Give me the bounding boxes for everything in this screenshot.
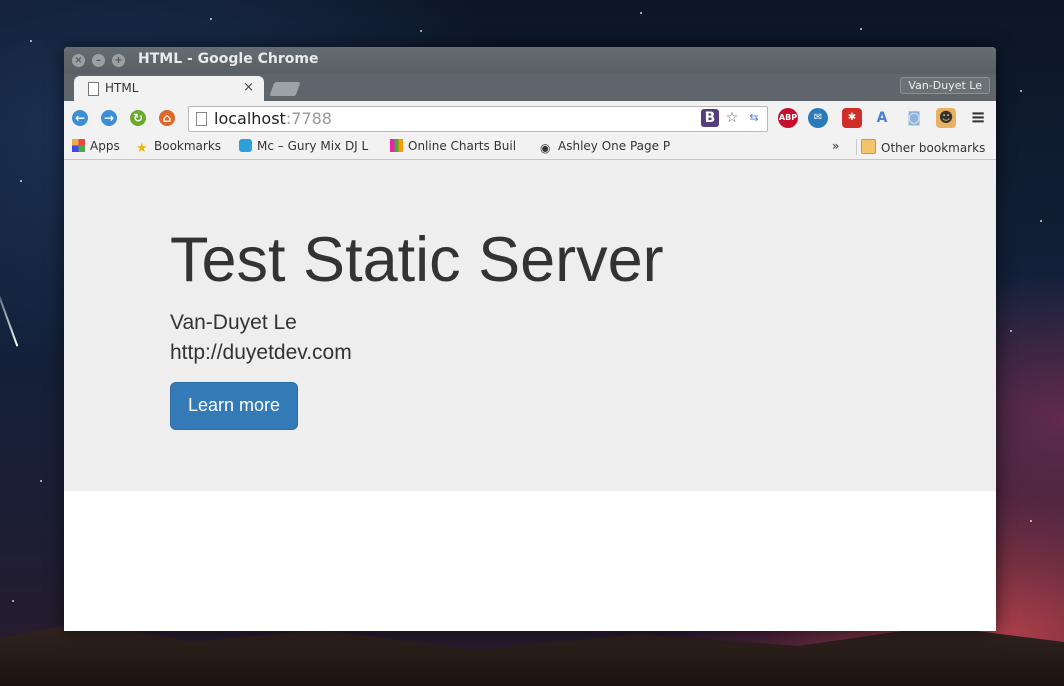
bookmark-mc-gury[interactable]: Mc – Gury Mix DJ L xyxy=(239,139,377,153)
apps-grid-icon xyxy=(72,139,85,152)
page-info-icon[interactable] xyxy=(196,112,207,126)
reload-icon[interactable]: ↻ xyxy=(130,110,146,126)
minimize-window-button[interactable]: – xyxy=(92,54,105,67)
camera-icon[interactable]: ◙ xyxy=(904,108,924,128)
back-icon[interactable]: ← xyxy=(72,110,88,126)
tab-label: HTML xyxy=(105,81,139,95)
home-icon[interactable]: ⌂ xyxy=(159,110,175,126)
url-port: :7788 xyxy=(285,109,332,128)
page-icon xyxy=(88,82,99,96)
bootstrap-icon[interactable]: B xyxy=(701,109,719,127)
eye-icon: ◉ xyxy=(540,141,551,155)
other-bookmarks[interactable]: Other bookmarks xyxy=(856,139,985,155)
page-translate-icon[interactable]: ⇆ xyxy=(745,109,763,127)
browser-window: × – + HTML - Google Chrome HTML × Van-Du… xyxy=(64,47,996,631)
address-bar[interactable]: localhost:7788 B ☆ ⇆ xyxy=(188,106,768,132)
bookmarks-bar: Apps ★ Bookmarks Mc – Gury Mix DJ L Onlin… xyxy=(64,135,996,160)
title-bar[interactable]: × – + HTML - Google Chrome xyxy=(64,47,996,74)
menu-icon[interactable]: ≡ xyxy=(968,108,988,128)
website-url: http://duyetdev.com xyxy=(170,341,352,364)
maximize-window-button[interactable]: + xyxy=(112,54,125,67)
bookmark-online-charts[interactable]: Online Charts Buil xyxy=(390,139,528,153)
profile-button[interactable]: Van-Duyet Le xyxy=(900,77,990,94)
star-icon: ★ xyxy=(136,141,148,155)
bookmarks-overflow-icon[interactable]: » xyxy=(832,139,839,153)
forward-icon[interactable]: → xyxy=(101,110,117,126)
author-name: Van-Duyet Le xyxy=(170,311,297,334)
lastpass-icon[interactable]: ✱ xyxy=(842,108,862,128)
meteor-streak xyxy=(0,270,19,347)
bookmark-label: Bookmarks xyxy=(154,139,222,153)
bookmark-label: Mc – Gury Mix DJ L xyxy=(257,139,369,153)
bookmark-star-icon[interactable]: ☆ xyxy=(723,109,741,127)
page-title: Test Static Server xyxy=(170,225,664,295)
new-tab-button[interactable] xyxy=(269,82,301,96)
learn-more-button[interactable]: Learn more xyxy=(170,382,298,430)
bookmark-label: Online Charts Buil xyxy=(408,139,517,153)
translate-icon[interactable]: A xyxy=(872,108,892,128)
chat-icon[interactable]: ✉ xyxy=(808,108,828,128)
music-icon xyxy=(239,139,252,152)
bookmark-ashley[interactable]: ◉ Ashley One Page P xyxy=(540,139,678,155)
folder-icon xyxy=(861,139,876,154)
bookmark-label: Ashley One Page P xyxy=(558,139,671,153)
jumbotron: Test Static Server Van-Duyet Le http://d… xyxy=(64,160,996,491)
url-text[interactable]: localhost:7788 xyxy=(214,109,332,128)
toolbar: ← → ↻ ⌂ localhost:7788 B ☆ ⇆ ABP ✉ ✱ A ◙… xyxy=(64,101,996,135)
bookmark-label: Apps xyxy=(90,139,120,153)
other-bookmarks-label: Other bookmarks xyxy=(881,141,986,155)
window-title: HTML - Google Chrome xyxy=(138,51,319,67)
bookmark-bookmarks[interactable]: ★ Bookmarks xyxy=(136,139,232,155)
url-host: localhost xyxy=(214,109,286,128)
bookmark-apps[interactable]: Apps xyxy=(72,139,132,153)
chart-icon xyxy=(390,139,403,152)
adblock-plus-icon[interactable]: ABP xyxy=(778,108,798,128)
face-icon[interactable]: ☻ xyxy=(936,108,956,128)
tab-strip: HTML × Van-Duyet Le xyxy=(64,74,996,101)
close-window-button[interactable]: × xyxy=(72,54,85,67)
page-content: Test Static Server Van-Duyet Le http://d… xyxy=(64,160,996,631)
tab-html[interactable]: HTML × xyxy=(74,76,264,101)
close-tab-icon[interactable]: × xyxy=(243,80,254,95)
